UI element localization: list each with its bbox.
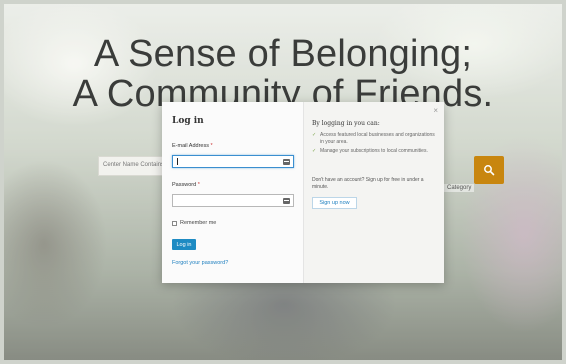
no-account-text: Don't have an account? Sign up for free … [312, 177, 424, 190]
search-icon [484, 165, 495, 176]
remember-label: Remember me [180, 220, 217, 226]
benefits-list: Access featured local businesses and org… [312, 132, 436, 157]
login-modal: Log in E-mail Address * Password * Remem [162, 102, 444, 283]
benefit-item: Manage your subscriptions to local commu… [312, 148, 436, 155]
password-field[interactable] [172, 194, 294, 207]
page-background: A Sense of Belonging; A Community of Fri… [4, 4, 562, 360]
forgot-password-link[interactable]: Forgot your password? [172, 260, 228, 266]
email-label-text: E-mail Address [172, 143, 209, 149]
id-card-icon[interactable] [283, 158, 290, 165]
remember-me[interactable]: Remember me [172, 220, 216, 226]
close-icon[interactable]: × [433, 107, 438, 115]
hero-title-line1: A Sense of Belonging; [93, 33, 473, 75]
login-title: Log in [172, 116, 204, 126]
email-field[interactable] [172, 155, 294, 168]
info-title: By logging in you can: [312, 120, 380, 127]
required-mark: * [197, 182, 200, 188]
info-panel: × By logging in you can: Access featured… [304, 102, 444, 283]
signup-button[interactable]: Sign up now [312, 197, 357, 209]
background-category-chip[interactable]: Category [444, 184, 475, 192]
login-panel: Log in E-mail Address * Password * Remem [162, 102, 304, 283]
login-button[interactable]: Log in [172, 239, 196, 250]
password-label: Password * [172, 182, 200, 188]
benefit-item: Access featured local businesses and org… [312, 132, 436, 146]
remember-checkbox[interactable] [172, 220, 177, 226]
email-label: E-mail Address * [172, 143, 213, 149]
required-mark: * [210, 143, 213, 149]
text-caret [177, 158, 178, 165]
background-search-button[interactable] [474, 156, 504, 184]
password-label-text: Password [172, 182, 197, 188]
background-search-input[interactable]: Center Name Contains [98, 156, 164, 176]
id-card-icon[interactable] [283, 197, 290, 204]
